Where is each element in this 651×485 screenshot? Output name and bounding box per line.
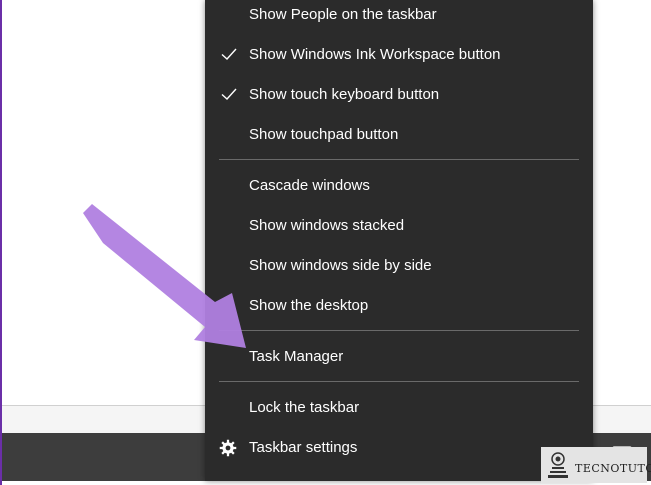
menu-item-label: Show the desktop xyxy=(249,297,369,314)
menu-item-taskbar-settings[interactable]: Taskbar settings xyxy=(205,431,593,467)
menu-item-label: Show windows side by side xyxy=(249,257,432,274)
menu-item-windows-stacked[interactable]: Show windows stacked xyxy=(205,209,593,245)
menu-item-cascade-windows[interactable]: Cascade windows xyxy=(205,169,593,205)
menu-item-show-touch-keyboard[interactable]: Show touch keyboard button xyxy=(205,78,593,114)
watermark-logo: TECNOTUTO xyxy=(541,447,651,483)
menu-item-label: Show touch keyboard button xyxy=(249,86,440,103)
menu-item-show-people[interactable]: Show People on the taskbar xyxy=(205,0,593,34)
check-icon xyxy=(221,88,237,100)
taskbar-context-menu: Show People on the taskbar Show Windows … xyxy=(205,0,593,481)
screen-left-border xyxy=(0,0,2,485)
menu-item-label: Show Windows Ink Workspace button xyxy=(249,46,501,63)
gear-icon xyxy=(219,439,237,457)
menu-item-task-manager[interactable]: Task Manager xyxy=(205,340,593,376)
menu-separator xyxy=(219,159,579,160)
logo-mark-icon xyxy=(548,452,568,478)
watermark-brand: TECNOTUTO xyxy=(575,462,651,475)
menu-item-label: Taskbar settings xyxy=(249,439,358,456)
menu-item-label: Show People on the taskbar xyxy=(249,6,437,23)
menu-item-label: Lock the taskbar xyxy=(249,399,360,416)
menu-item-label: Task Manager xyxy=(249,348,344,365)
menu-item-label: Cascade windows xyxy=(249,177,370,194)
menu-separator xyxy=(219,330,579,331)
menu-item-show-ink-workspace[interactable]: Show Windows Ink Workspace button xyxy=(205,38,593,74)
menu-item-windows-side-by-side[interactable]: Show windows side by side xyxy=(205,249,593,285)
menu-item-show-desktop[interactable]: Show the desktop xyxy=(205,289,593,325)
menu-item-show-touchpad[interactable]: Show touchpad button xyxy=(205,118,593,154)
menu-item-label: Show touchpad button xyxy=(249,126,399,143)
menu-item-label: Show windows stacked xyxy=(249,217,405,234)
menu-item-lock-taskbar[interactable]: Lock the taskbar xyxy=(205,391,593,427)
check-icon xyxy=(221,48,237,60)
menu-separator xyxy=(219,381,579,382)
